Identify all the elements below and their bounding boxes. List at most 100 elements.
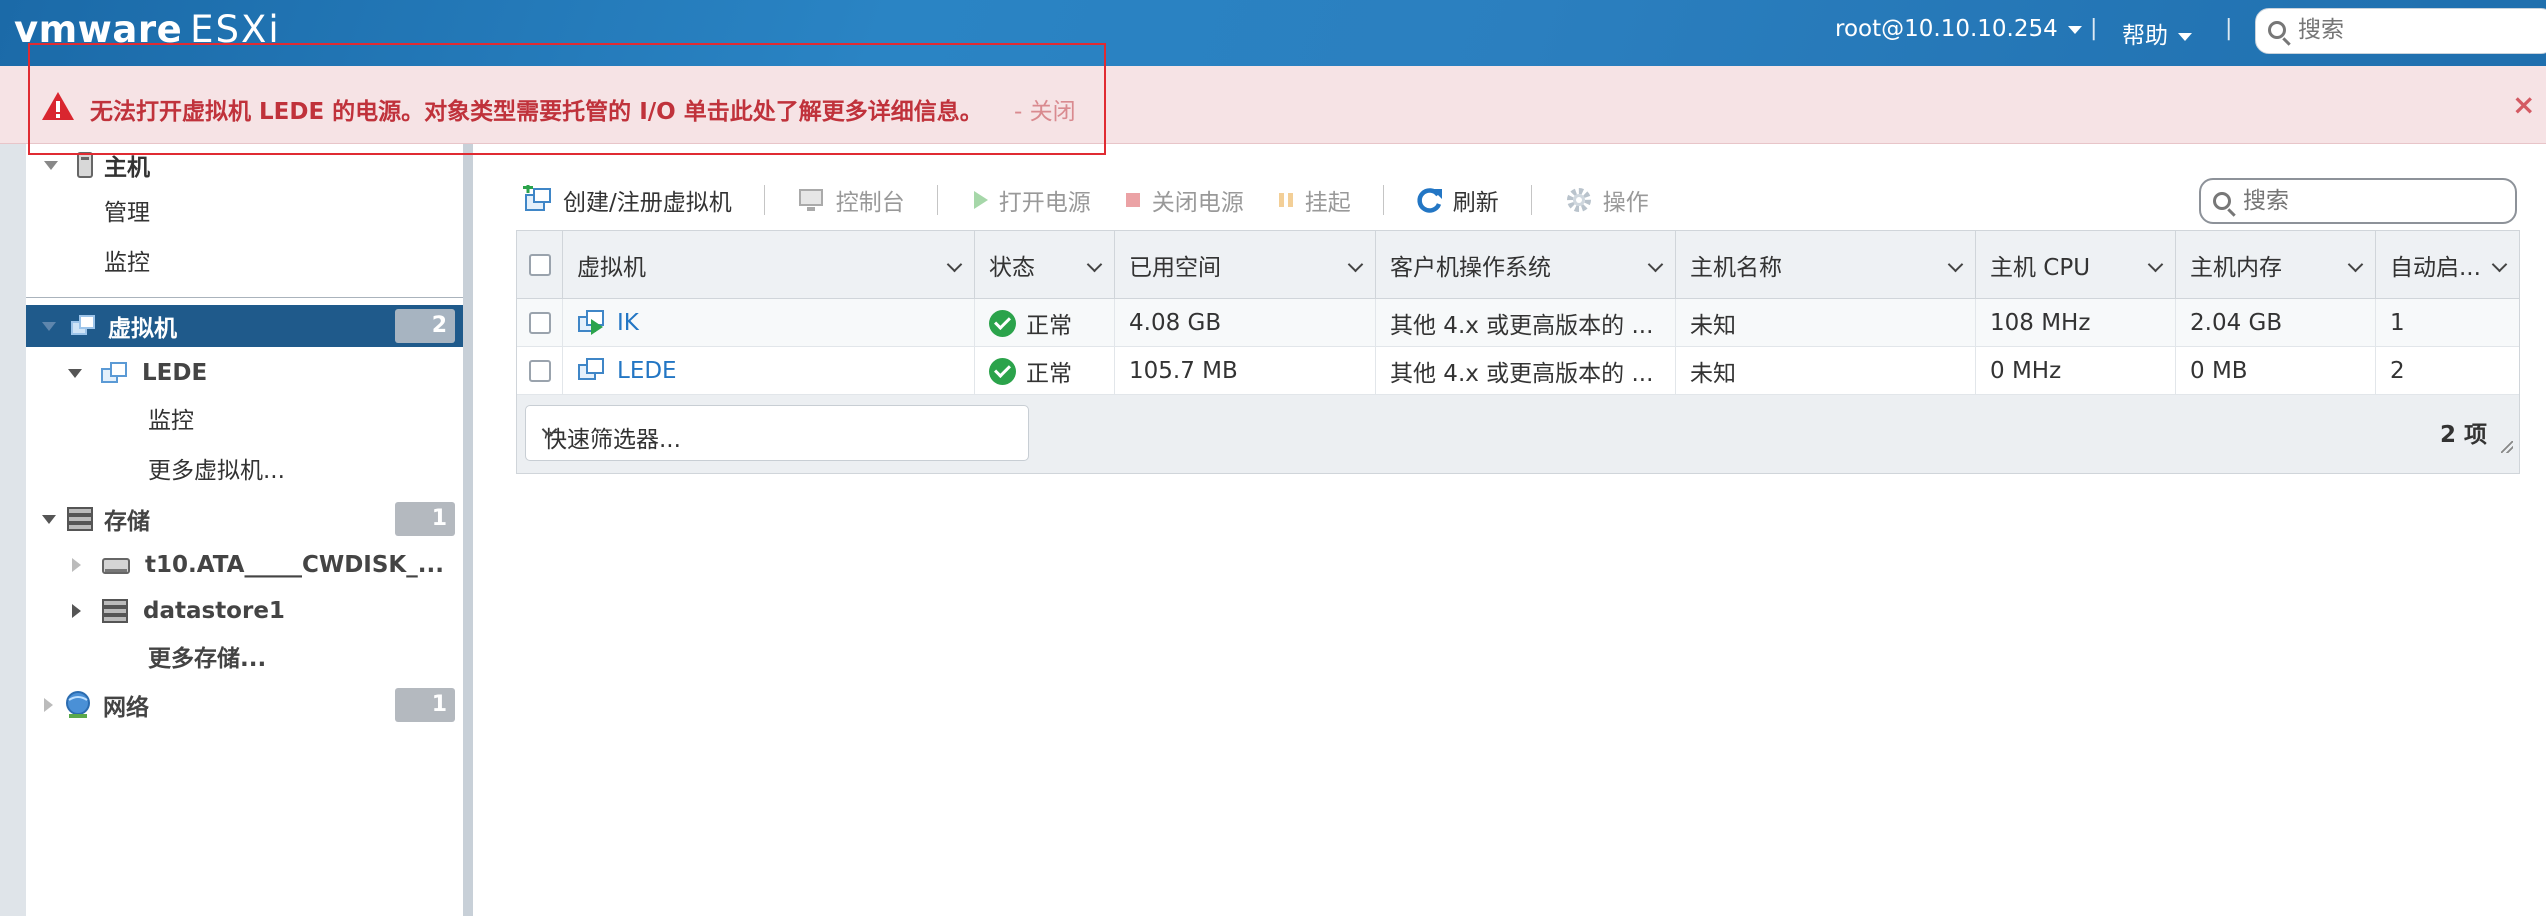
resize-grip-icon[interactable] xyxy=(2501,441,2513,453)
chevron-down-icon[interactable] xyxy=(1347,256,1364,273)
actions-button[interactable]: 操作 xyxy=(1564,183,1649,217)
column-header-label: 已用空间 xyxy=(1129,255,1221,281)
chevron-down-icon[interactable] xyxy=(946,256,963,273)
sidebar-item-label: LEDE xyxy=(142,360,208,386)
user-menu[interactable]: root@10.10.10.254 xyxy=(1835,16,2082,42)
status-cell: 正常 xyxy=(975,299,1115,347)
column-header-guest-os[interactable]: 客户机操作系统 xyxy=(1376,231,1676,299)
refresh-button[interactable]: 刷新 xyxy=(1416,183,1499,217)
create-register-vm-button[interactable]: 创建/注册虚拟机 xyxy=(522,183,732,217)
sidebar-item-vms[interactable]: 虚拟机 2 xyxy=(26,305,463,347)
pause-icon xyxy=(1278,193,1293,207)
chevron-down-icon[interactable] xyxy=(1947,256,1964,273)
vm-running-icon xyxy=(578,310,604,335)
storage-icon xyxy=(67,507,93,531)
used-space-cell: 4.08 GB xyxy=(1115,299,1376,347)
chevron-down-icon[interactable] xyxy=(2347,256,2364,273)
expand-icon[interactable] xyxy=(44,698,53,712)
column-header-host-name[interactable]: 主机名称 xyxy=(1676,231,1976,299)
chevron-down-icon[interactable] xyxy=(1086,256,1103,273)
power-on-button[interactable]: 打开电源 xyxy=(970,183,1091,217)
vm-name-cell: LEDE xyxy=(563,347,975,395)
global-search-input[interactable] xyxy=(2298,17,2538,43)
quick-filter-dropdown[interactable]: 快速筛选器... xyxy=(525,405,1029,461)
sidebar-item-vm-lede[interactable]: LEDE xyxy=(26,351,463,395)
column-header-vm[interactable]: 虚拟机 xyxy=(563,231,975,299)
vm-name-cell: IK xyxy=(563,299,975,347)
global-search[interactable] xyxy=(2255,8,2546,54)
expand-icon[interactable] xyxy=(44,160,58,170)
used-space-cell: 105.7 MB xyxy=(1115,347,1376,395)
datastore-icon xyxy=(102,599,128,623)
column-header-label: 主机内存 xyxy=(2190,255,2282,281)
expand-icon[interactable] xyxy=(72,558,81,572)
highlight-box xyxy=(28,43,1106,155)
sidebar-item-host-monitor[interactable]: 监控 xyxy=(26,238,463,282)
sidebar-item-vm-monitor[interactable]: 监控 xyxy=(26,396,463,440)
vm-icon xyxy=(578,358,604,380)
expand-icon[interactable] xyxy=(42,514,56,524)
sidebar-item-label: 存储 xyxy=(104,509,150,535)
gear-icon xyxy=(1566,188,1591,212)
sidebar-item-more-storage[interactable]: 更多存储... xyxy=(26,634,463,678)
quick-filter-label: 快速筛选器... xyxy=(544,427,681,453)
help-menu[interactable]: 帮助 xyxy=(2122,16,2192,50)
select-all-checkbox[interactable] xyxy=(529,254,551,276)
status-text: 正常 xyxy=(1026,361,1072,387)
sidebar-item-network[interactable]: 网络 1 xyxy=(26,683,463,727)
vm-name-link[interactable]: IK xyxy=(617,310,639,336)
toolbar-separator xyxy=(763,185,765,215)
console-icon xyxy=(798,189,823,211)
column-header-host-memory[interactable]: 主机内存 xyxy=(2176,231,2376,299)
count-badge: 1 xyxy=(395,502,455,536)
sidebar-item-disk[interactable]: t10.ATA_____CWDISK_... xyxy=(26,543,463,587)
close-icon[interactable]: × xyxy=(2512,88,2535,121)
row-checkbox[interactable] xyxy=(529,312,551,334)
table-row[interactable]: LEDE 正常 105.7 MB 其他 4.x 或更高版本的 ... 未知 0 … xyxy=(517,347,2519,395)
column-header-autostart[interactable]: 自动启... xyxy=(2376,231,2519,299)
caret-down-icon xyxy=(2067,25,2082,34)
sidebar-item-label: t10.ATA_____CWDISK_... xyxy=(145,552,444,578)
power-off-button[interactable]: 关闭电源 xyxy=(1123,183,1244,217)
sidebar-item-more-vms[interactable]: 更多虚拟机... xyxy=(26,446,463,490)
host-icon xyxy=(77,152,93,178)
chevron-down-icon[interactable] xyxy=(2491,256,2508,273)
sidebar-item-label: 管理 xyxy=(104,200,150,226)
vm-table: 虚拟机 状态 已用空间 客户机操作系统 主机名称 主机 CPU 主机内存 自动启… xyxy=(516,230,2520,474)
search-icon xyxy=(2268,21,2286,39)
host-memory-cell: 0 MB xyxy=(2176,347,2376,395)
chevron-down-icon[interactable] xyxy=(2147,256,2164,273)
column-header-label: 自动启... xyxy=(2390,255,2481,281)
column-header-used-space[interactable]: 已用空间 xyxy=(1115,231,1376,299)
stop-icon xyxy=(1125,193,1140,207)
check-circle-icon xyxy=(989,357,1016,385)
sidebar-item-storage[interactable]: 存储 1 xyxy=(26,497,463,541)
expand-icon[interactable] xyxy=(68,368,82,378)
count-badge: 1 xyxy=(395,688,455,722)
vm-name-link[interactable]: LEDE xyxy=(617,358,677,384)
column-header-host-cpu[interactable]: 主机 CPU xyxy=(1976,231,2176,299)
network-icon xyxy=(66,691,90,718)
sidebar-item-manage[interactable]: 管理 xyxy=(26,188,463,232)
status-cell: 正常 xyxy=(975,347,1115,395)
chevron-down-icon[interactable] xyxy=(1647,256,1664,273)
row-checkbox[interactable] xyxy=(529,360,551,382)
panel-splitter[interactable] xyxy=(463,144,473,916)
vm-search-input[interactable] xyxy=(2243,188,2503,214)
table-row[interactable]: IK 正常 4.08 GB 其他 4.x 或更高版本的 ... 未知 108 M… xyxy=(517,299,2519,347)
vm-group-icon xyxy=(71,315,95,335)
toolbar-label: 打开电源 xyxy=(998,190,1091,216)
column-header-status[interactable]: 状态 xyxy=(975,231,1115,299)
suspend-button[interactable]: 挂起 xyxy=(1276,183,1351,217)
expand-icon[interactable] xyxy=(42,321,56,331)
sidebar-item-label: 虚拟机 xyxy=(108,316,177,342)
refresh-icon xyxy=(1417,188,1442,213)
vm-icon xyxy=(101,362,127,383)
user-label: root@10.10.10.254 xyxy=(1835,16,2058,42)
sidebar-item-datastore[interactable]: datastore1 xyxy=(26,589,463,633)
console-button[interactable]: 控制台 xyxy=(797,183,905,217)
separator: | xyxy=(2225,16,2233,41)
vm-search[interactable] xyxy=(2199,178,2517,224)
count-badge: 2 xyxy=(395,309,455,343)
expand-icon[interactable] xyxy=(72,604,81,618)
